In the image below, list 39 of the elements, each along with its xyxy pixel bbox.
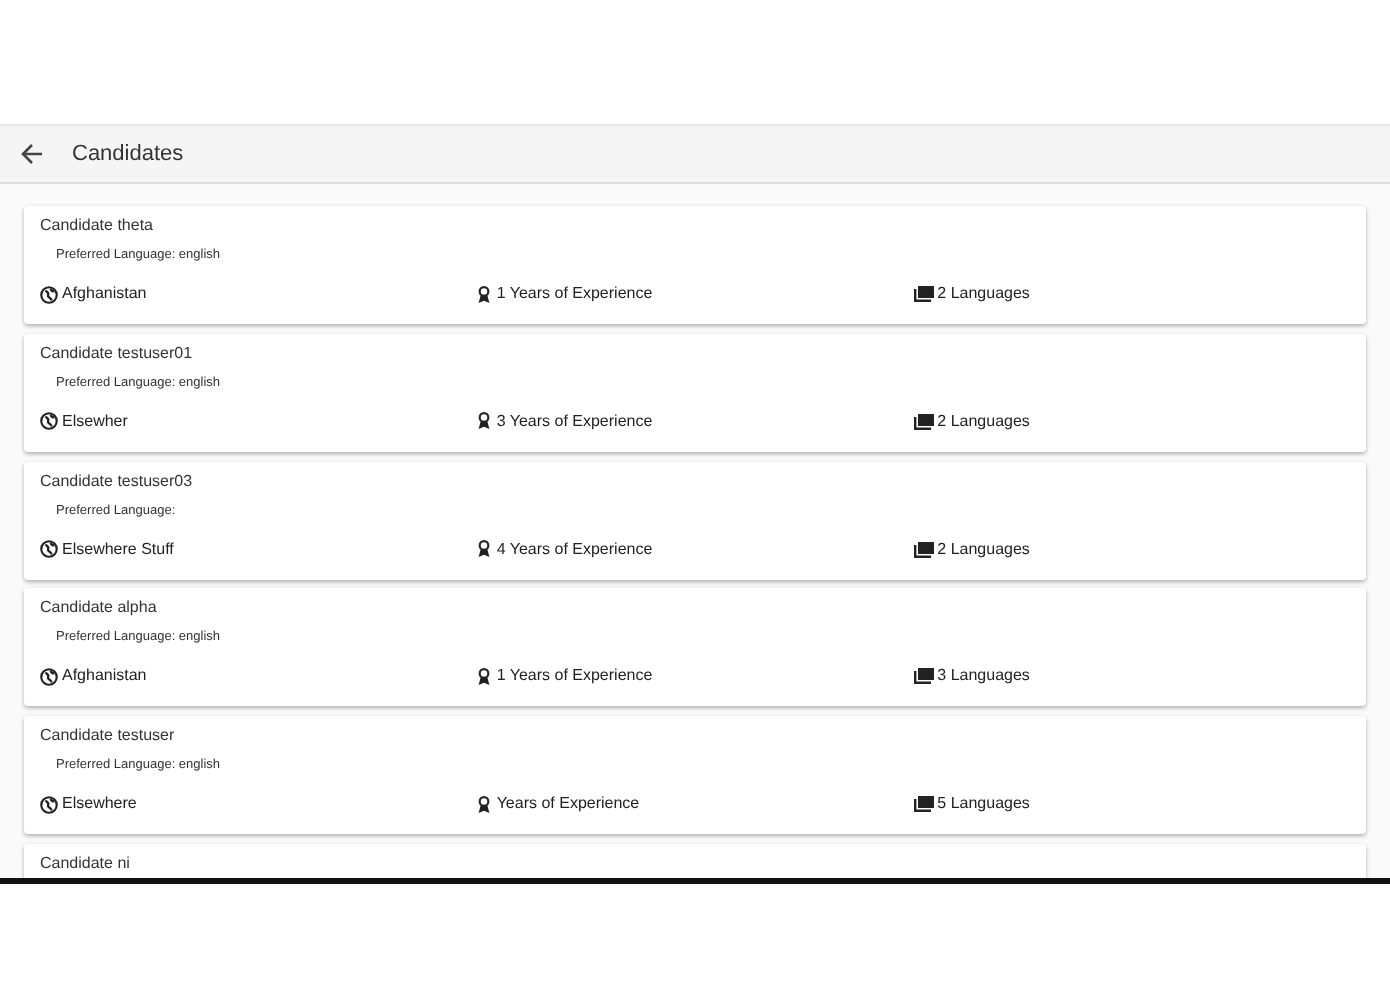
location-text: Elsewhere Stuff bbox=[62, 539, 174, 559]
candidate-name: Candidate testuser bbox=[40, 726, 177, 746]
experience-text: 3 Years of Experience bbox=[496, 411, 653, 432]
experience-text: 1 Years of Experience bbox=[496, 284, 653, 304]
globe-icon bbox=[40, 540, 58, 558]
candidate-name: Candidate ni bbox=[40, 853, 132, 874]
award-icon bbox=[476, 285, 493, 303]
globe-icon bbox=[40, 412, 58, 431]
candidate-card[interactable]: Candidate ni bbox=[24, 843, 1366, 878]
location-text: Elsewhere bbox=[62, 794, 137, 814]
books-icon bbox=[913, 413, 934, 430]
books-icon bbox=[913, 286, 934, 302]
back-arrow-icon bbox=[20, 142, 44, 166]
experience-text: Years of Experience bbox=[496, 794, 640, 814]
languages-text: 2 Languages bbox=[937, 411, 1030, 432]
award-icon bbox=[476, 412, 493, 431]
languages-text: 2 Languages bbox=[937, 284, 1030, 304]
books-icon bbox=[913, 541, 934, 557]
award-icon bbox=[476, 667, 493, 686]
candidate-name: Candidate alpha bbox=[40, 598, 159, 619]
experience-text: 1 Years of Experience bbox=[496, 666, 653, 687]
award-icon bbox=[476, 540, 493, 558]
books-icon bbox=[913, 796, 934, 812]
candidate-name: Candidate testuser03 bbox=[40, 471, 195, 491]
languages-text: 5 Languages bbox=[937, 794, 1030, 814]
location-text: Afghanistan bbox=[62, 666, 147, 687]
award-icon bbox=[476, 795, 493, 813]
candidate-name: Candidate theta bbox=[40, 216, 155, 236]
languages-text: 2 Languages bbox=[937, 539, 1030, 559]
books-icon bbox=[913, 668, 934, 685]
globe-icon bbox=[40, 285, 58, 303]
globe-icon bbox=[40, 795, 58, 813]
page-title: Candidates bbox=[72, 142, 184, 166]
candidate-name: Candidate testuser01 bbox=[40, 343, 195, 364]
location-text: Afghanistan bbox=[62, 284, 147, 304]
globe-icon bbox=[40, 667, 58, 686]
experience-text: 4 Years of Experience bbox=[496, 539, 653, 559]
location-text: Elsewher bbox=[62, 411, 128, 432]
languages-text: 3 Languages bbox=[937, 666, 1030, 687]
